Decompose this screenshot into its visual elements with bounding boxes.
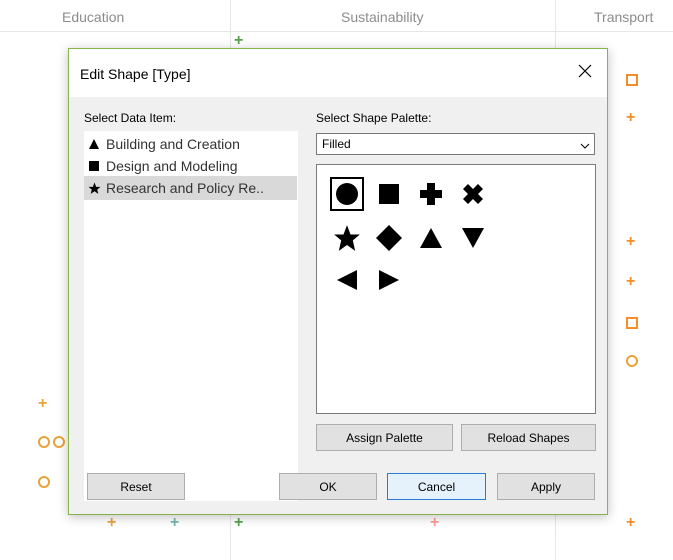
view-header: Education Sustainability Transport <box>0 0 673 32</box>
list-item[interactable]: Research and Policy Re.. <box>84 176 297 200</box>
data-item-list[interactable]: Building and Creation Design and Modelin… <box>84 131 298 501</box>
plus-mark[interactable]: + <box>38 396 47 412</box>
column-header-transport: Transport <box>594 9 654 25</box>
reset-button[interactable]: Reset <box>87 473 185 500</box>
triangle-right-shape[interactable] <box>372 263 406 297</box>
cross-icon <box>463 184 483 204</box>
star-icon <box>334 225 360 251</box>
shape-palette-value: Filled <box>322 137 351 151</box>
cancel-button[interactable]: Cancel <box>387 473 486 500</box>
list-item-label: Building and Creation <box>106 136 240 152</box>
triangle-right-icon <box>379 270 399 290</box>
cross-shape[interactable] <box>456 177 490 211</box>
column-header-education: Education <box>62 9 125 25</box>
reload-shapes-button[interactable]: Reload Shapes <box>461 424 596 451</box>
star-shape[interactable] <box>330 221 364 255</box>
plus-mark[interactable]: + <box>170 515 179 531</box>
plus-mark[interactable]: + <box>626 234 635 250</box>
select-shape-palette-label: Select Shape Palette: <box>316 111 432 125</box>
apply-button[interactable]: Apply <box>497 473 595 500</box>
dialog-title: Edit Shape [Type] <box>80 66 191 82</box>
plus-mark[interactable]: + <box>626 274 635 290</box>
circle-mark[interactable] <box>626 355 638 367</box>
diamond-shape[interactable] <box>372 221 406 255</box>
circle-mark[interactable] <box>38 436 50 448</box>
square-icon <box>88 160 106 172</box>
plus-shape[interactable] <box>414 177 448 211</box>
triangle-up-shape[interactable] <box>414 221 448 255</box>
list-item-label: Design and Modeling <box>106 158 238 174</box>
circle-shape[interactable] <box>330 177 364 211</box>
triangle-icon <box>88 138 106 150</box>
column-header-sustainability: Sustainability <box>341 9 424 25</box>
triangle-down-icon <box>462 228 484 248</box>
plus-mark[interactable]: + <box>626 110 635 126</box>
edit-shape-dialog: Edit Shape [Type] Select Data Item: Sele… <box>68 48 608 515</box>
plus-icon <box>420 183 442 205</box>
select-data-item-label: Select Data Item: <box>84 111 177 125</box>
square-shape[interactable] <box>372 177 406 211</box>
close-button[interactable] <box>575 61 595 81</box>
shape-grid <box>316 164 596 414</box>
assign-palette-button[interactable]: Assign Palette <box>316 424 453 451</box>
triangle-left-shape[interactable] <box>330 263 364 297</box>
triangle-left-icon <box>337 270 357 290</box>
list-item[interactable]: Design and Modeling <box>84 154 238 178</box>
plus-mark[interactable]: + <box>234 33 243 49</box>
triangle-up-icon <box>420 228 442 248</box>
plus-mark[interactable]: + <box>626 515 635 531</box>
chevron-down-icon <box>580 139 590 153</box>
ok-button[interactable]: OK <box>279 473 377 500</box>
list-item-label: Research and Policy Re.. <box>106 180 264 196</box>
shape-palette-select[interactable]: Filled <box>316 133 595 155</box>
square-mark[interactable] <box>626 317 638 329</box>
plus-mark[interactable]: + <box>107 515 116 531</box>
star-icon <box>88 182 106 195</box>
dialog-title-bar[interactable]: Edit Shape [Type] <box>69 49 607 97</box>
square-icon <box>379 184 399 204</box>
diamond-icon <box>376 225 402 251</box>
list-item[interactable]: Building and Creation <box>84 132 240 156</box>
circle-mark[interactable] <box>53 436 65 448</box>
square-mark[interactable] <box>626 74 638 86</box>
circle-mark[interactable] <box>38 476 50 488</box>
plus-mark[interactable]: + <box>234 515 243 531</box>
close-icon <box>578 64 592 78</box>
circle-icon <box>336 183 358 205</box>
triangle-down-shape[interactable] <box>456 221 490 255</box>
plus-mark[interactable]: + <box>430 515 439 531</box>
